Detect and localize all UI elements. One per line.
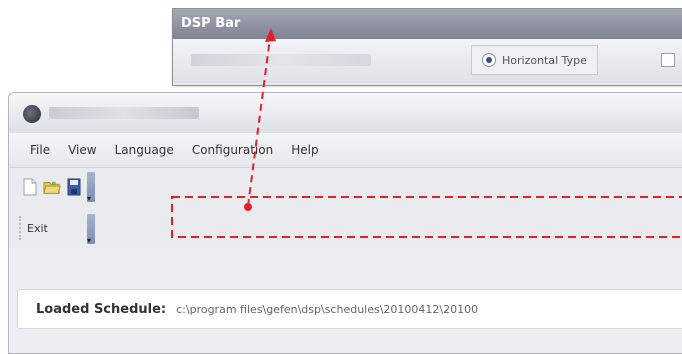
menu-bar: File View Language Configuration Help xyxy=(9,133,682,168)
menu-file[interactable]: File xyxy=(21,143,59,157)
save-icon[interactable] xyxy=(65,178,83,196)
file-toolbar xyxy=(9,168,682,208)
exit-toolbar-overflow-button[interactable] xyxy=(87,214,95,245)
loaded-schedule-path: c:\program files\gefen\dsp\schedules\201… xyxy=(176,302,479,316)
app-window: File View Language Configuration Help Ex… xyxy=(8,92,682,354)
window-titlebar xyxy=(9,93,682,133)
dsp-bar-blurred-control xyxy=(191,54,371,66)
window-title-blurred xyxy=(49,107,199,119)
menu-help[interactable]: Help xyxy=(282,143,327,157)
file-toolbar-overflow-button[interactable] xyxy=(87,172,95,203)
horizontal-type-label: Horizontal Type xyxy=(502,53,587,67)
loaded-schedule-label: Loaded Schedule: xyxy=(36,301,167,317)
dsp-bar-panel: DSP Bar Horizontal Type xyxy=(172,8,682,86)
dsp-orientation-group: Horizontal Type xyxy=(471,45,598,75)
menu-view[interactable]: View xyxy=(59,143,105,157)
file-toolbar-buttons xyxy=(19,172,97,203)
open-folder-icon[interactable] xyxy=(43,178,61,196)
horizontal-type-radio[interactable] xyxy=(482,53,496,67)
dsp-option-checkbox[interactable] xyxy=(661,53,675,67)
new-file-icon[interactable] xyxy=(21,178,39,196)
exit-toolbar: Exit xyxy=(9,208,682,248)
exit-button[interactable]: Exit xyxy=(19,216,54,240)
dsp-bar-title: DSP Bar xyxy=(173,9,682,39)
app-logo-icon xyxy=(23,105,41,123)
menu-language[interactable]: Language xyxy=(106,143,183,157)
dsp-bar-content: Horizontal Type xyxy=(173,39,682,83)
menu-configuration[interactable]: Configuration xyxy=(183,143,282,157)
status-bar: Loaded Schedule: c:\program files\gefen\… xyxy=(17,289,682,329)
